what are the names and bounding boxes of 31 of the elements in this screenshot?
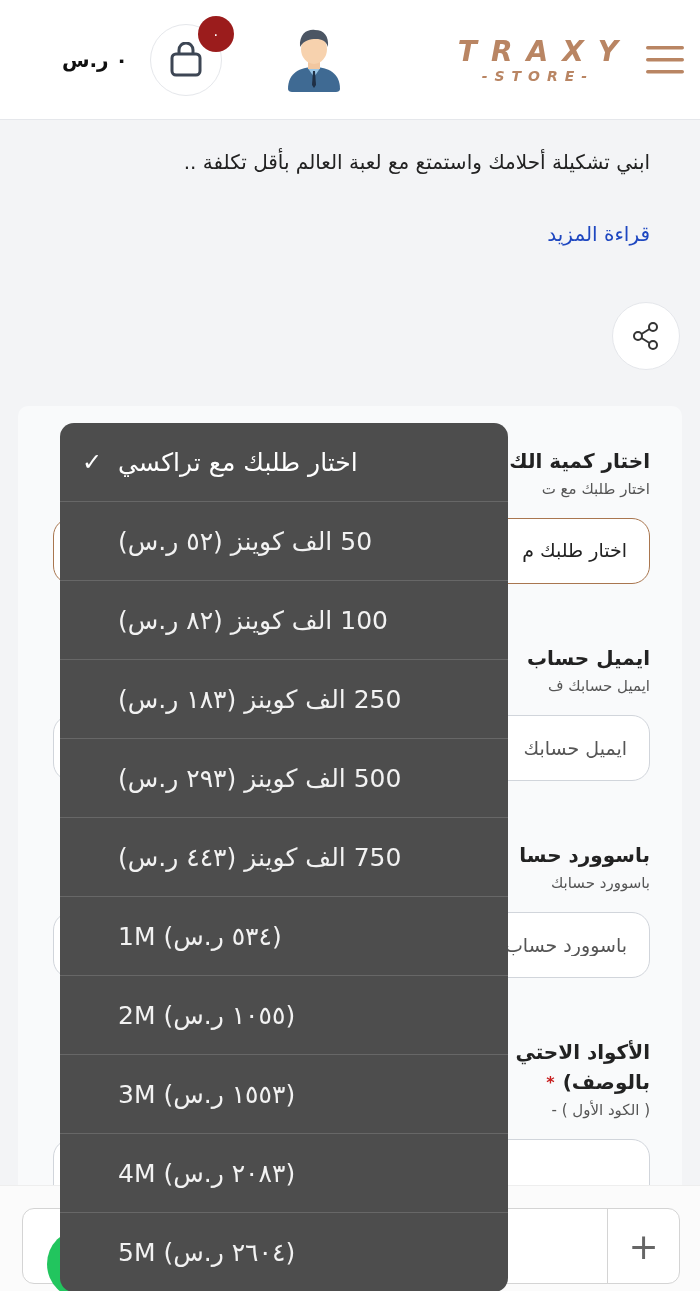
field-label: اختار كمية الك bbox=[509, 448, 650, 475]
field-hint: باسوورد حسابك bbox=[550, 874, 650, 892]
field-label: باسوورد حسا bbox=[519, 842, 650, 869]
field-label: بالوصف) bbox=[562, 1069, 650, 1096]
field-hint: اختار طلبك مع ت bbox=[541, 480, 650, 498]
dropdown-option[interactable]: 4M (٢٠٨٣ ر.س) bbox=[60, 1134, 508, 1213]
field-hint: ( الكود الأول ) - bbox=[551, 1101, 650, 1119]
dropdown-option[interactable]: 250 الف كوينز (١٨٣ ر.س) bbox=[60, 660, 508, 739]
field-hint: ايميل حسابك ف bbox=[547, 677, 650, 695]
check-icon: ✓ bbox=[82, 448, 118, 476]
dropdown-option[interactable]: 5M (٢٦٠٤ ر.س) bbox=[60, 1213, 508, 1291]
field-label: الأكواد الاحتي bbox=[515, 1039, 650, 1067]
dropdown-option[interactable]: 100 الف كوينز (٨٢ ر.س) bbox=[60, 581, 508, 660]
cart-total: ٠ ر.س bbox=[61, 47, 128, 72]
product-description: ابني تشكيلة أحلامك واستمتع مع لعبة العالم بأقل تكلفة .. bbox=[182, 147, 650, 177]
dropdown-option[interactable]: 750 الف كوينز (٤٤٣ ر.س) bbox=[60, 818, 508, 897]
dropdown-option[interactable]: 1M (٥٣٤ ر.س) bbox=[60, 897, 508, 976]
dropdown-option[interactable]: 3M (١٥٥٣ ر.س) bbox=[60, 1055, 508, 1134]
required-mark: * bbox=[546, 1072, 555, 1092]
read-more-link[interactable]: قراءة المزيد bbox=[547, 222, 650, 246]
dropdown-option[interactable]: ✓ اختار طلبك مع تراكسي bbox=[60, 423, 508, 502]
dropdown-option[interactable]: 2M (١٠٥٥ ر.س) bbox=[60, 976, 508, 1055]
cart-count-badge: ٠ bbox=[197, 15, 234, 52]
bag-icon bbox=[168, 41, 203, 78]
share-icon bbox=[631, 321, 661, 351]
dropdown-option[interactable]: 50 الف كوينز (٥٢ ر.س) bbox=[60, 502, 508, 581]
logo-subtitle: -STORE- bbox=[481, 68, 595, 84]
field-label: ايميل حساب bbox=[526, 645, 650, 672]
dropdown-option[interactable]: 500 الف كوينز (٢٩٣ ر.س) bbox=[60, 739, 508, 818]
menu-icon[interactable] bbox=[646, 44, 684, 75]
increase-button[interactable]: + bbox=[607, 1209, 679, 1283]
